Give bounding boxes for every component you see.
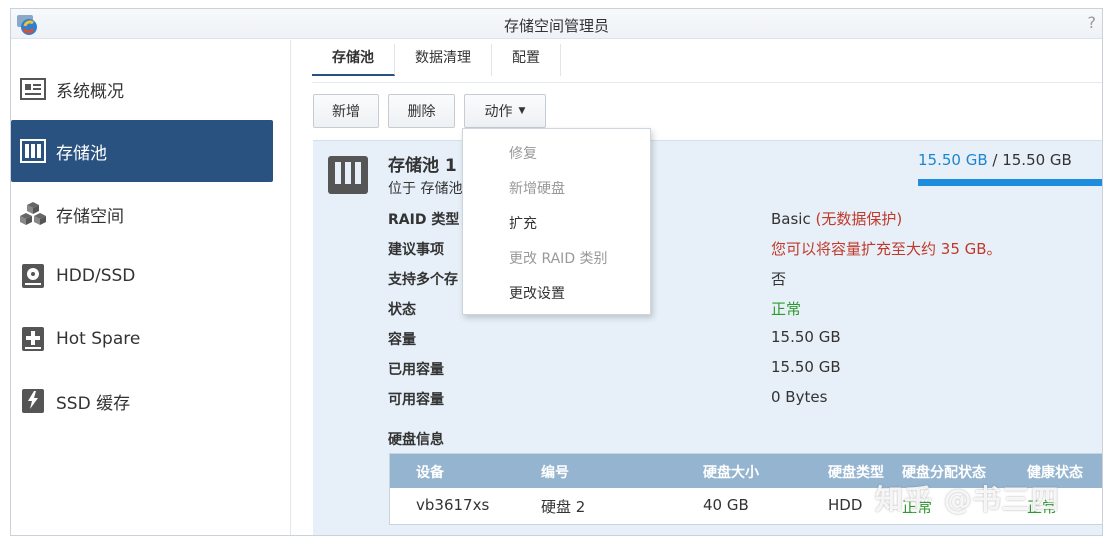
sidebar-item-hot-spare[interactable]: Hot Spare	[11, 308, 273, 370]
free-capacity-value: 0 Bytes	[771, 388, 828, 406]
device-cell: vb3617xs	[416, 496, 490, 514]
tab-data-scrubbing[interactable]: 数据清理	[395, 44, 492, 76]
capacity-label: 容量	[388, 332, 416, 348]
sidebar-item-hdd-ssd[interactable]: HDD/SSD	[11, 245, 273, 307]
sidebar-item-volume[interactable]: 存储空间	[11, 183, 273, 245]
storage-pool-icon	[19, 137, 47, 165]
disk-type-cell: HDD	[828, 496, 863, 514]
help-button[interactable]: ?	[1088, 13, 1097, 32]
sidebar-item-ssd-cache[interactable]: SSD 缓存	[11, 370, 273, 432]
watermark: 知乎 @书三四	[875, 483, 1060, 516]
sidebar-item-label: 系统概况	[56, 81, 124, 102]
sidebar: 系统概况 存储池 存储空间 HDD/SSD Hot Spare SSD 缓存	[11, 40, 291, 535]
action-button-label: 动作	[484, 104, 513, 120]
raid-type-label: RAID 类型	[388, 212, 460, 228]
overview-icon	[19, 75, 47, 103]
used-capacity-value: 15.50 GB	[771, 358, 841, 376]
capacity-separator: /	[987, 151, 1003, 169]
suggestion-value: 您可以将容量扩充至大约 35 GB。	[771, 240, 1002, 258]
raid-type-value: Basic (无数据保护)	[771, 208, 902, 229]
tab-storage-pool[interactable]: 存储池	[312, 44, 395, 76]
storage-pool-panel[interactable]: 存储池 1 位于 存储池 15.50 GB / 15.50 GB RAID 类型…	[313, 140, 1102, 535]
capacity-summary: 15.50 GB / 15.50 GB	[918, 151, 1072, 169]
pool-location: 位于 存储池	[388, 181, 463, 197]
hot-spare-icon	[19, 325, 47, 353]
capacity-used: 15.50 GB	[918, 151, 988, 169]
action-dropdown-menu: 修复 新增硬盘 扩充 更改 RAID 类别 更改设置	[462, 128, 651, 315]
capacity-bar-fill	[918, 179, 1102, 186]
menu-item-change-settings[interactable]: 更改设置	[509, 283, 565, 303]
sidebar-item-storage-pool[interactable]: 存储池	[11, 120, 273, 182]
column-header[interactable]: 编号	[541, 462, 569, 482]
sidebar-item-overview[interactable]: 系统概况	[11, 58, 273, 120]
multi-volume-label: 支持多个存	[388, 272, 458, 288]
sidebar-item-label: HDD/SSD	[56, 266, 136, 286]
caret-down-icon: ▼	[518, 106, 526, 116]
multi-volume-value: 否	[771, 270, 787, 288]
menu-item-expand[interactable]: 扩充	[509, 213, 537, 233]
raid-type-text: Basic	[771, 210, 811, 228]
window-title: 存储空间管理员	[503, 17, 609, 35]
disk-number-cell: 硬盘 2	[541, 498, 586, 516]
action-dropdown-button[interactable]: 动作 ▼	[464, 94, 546, 128]
menu-item-repair: 修复	[509, 146, 537, 162]
status-value: 正常	[771, 300, 802, 318]
volume-icon	[19, 200, 47, 228]
storage-pool-icon	[328, 156, 368, 194]
used-capacity-label: 已用容量	[388, 362, 444, 378]
sidebar-item-label: 存储池	[56, 143, 107, 164]
sidebar-item-label: 存储空间	[56, 206, 124, 227]
raid-protection-note: (无数据保护)	[815, 210, 903, 228]
tab-settings[interactable]: 配置	[492, 44, 561, 76]
column-header[interactable]: 设备	[416, 462, 444, 482]
pool-title: 存储池 1	[388, 156, 457, 176]
sidebar-item-label: SSD 缓存	[56, 393, 131, 414]
capacity-total: 15.50 GB	[1002, 151, 1072, 169]
hdd-icon	[19, 262, 47, 290]
title-bar: 存储空间管理员 ?	[11, 9, 1102, 39]
disk-size-cell: 40 GB	[703, 496, 749, 514]
column-header[interactable]: 硬盘大小	[703, 462, 759, 482]
tab-bar: 存储池 数据清理 配置	[312, 44, 561, 82]
main-content: 存储池 数据清理 配置 新增 删除 动作 ▼ 存储池 1 位于 存储池 15.5…	[292, 40, 1102, 535]
capacity-value: 15.50 GB	[771, 328, 841, 346]
disk-info-title: 硬盘信息	[388, 432, 444, 448]
status-label: 状态	[388, 302, 416, 318]
menu-item-add-disk: 新增硬盘	[509, 181, 565, 197]
ssd-cache-icon	[19, 387, 47, 415]
add-button[interactable]: 新增	[313, 94, 379, 128]
suggestion-label: 建议事项	[388, 242, 444, 258]
capacity-bar	[918, 179, 1102, 186]
free-capacity-label: 可用容量	[388, 392, 444, 408]
menu-item-change-raid-type: 更改 RAID 类别	[509, 251, 608, 267]
tab-divider	[312, 82, 1102, 83]
sidebar-item-label: Hot Spare	[56, 329, 141, 349]
delete-button[interactable]: 删除	[388, 94, 455, 128]
